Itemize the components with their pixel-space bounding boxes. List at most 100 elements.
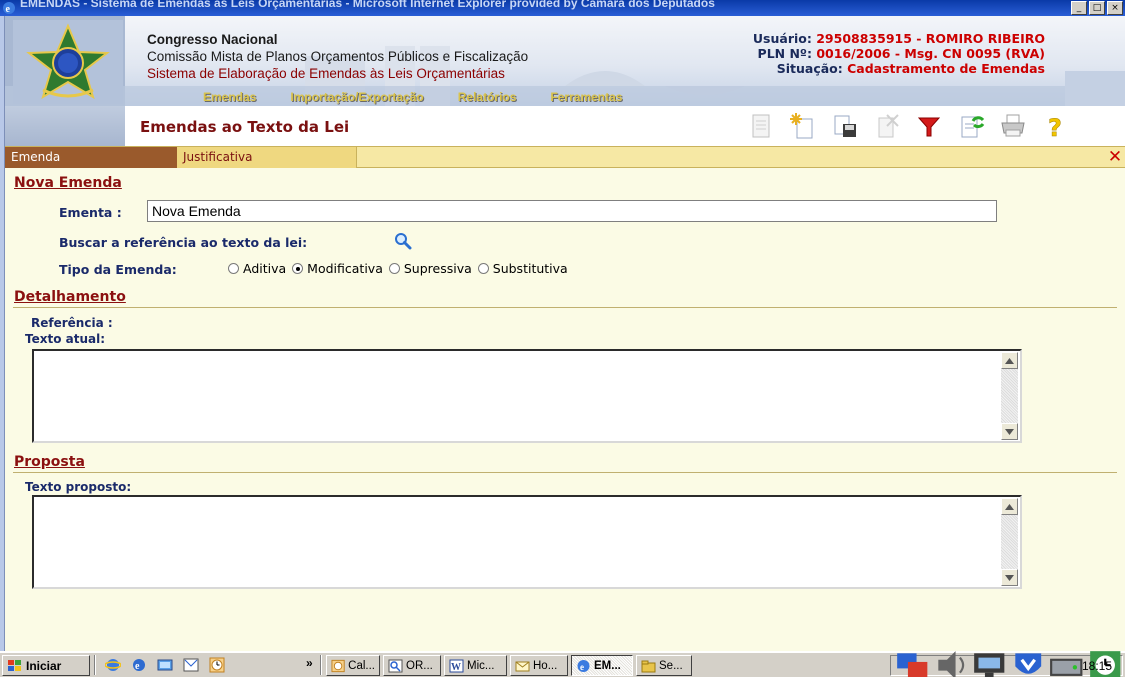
tab-emenda[interactable]: Emenda: [5, 147, 177, 168]
svg-text:W: W: [451, 662, 461, 673]
texto-atual-scrollbar[interactable]: [1001, 352, 1018, 440]
outlook-icon[interactable]: [181, 656, 200, 674]
windows-taskbar: Iniciar e » Cal... OR... W Mic... Ho... …: [0, 651, 1125, 677]
internet-explorer-icon[interactable]: [103, 656, 122, 674]
menu-item-ferramentas[interactable]: Ferramentas: [550, 90, 622, 104]
menu-item-importacao-exportacao[interactable]: Importação/Exportação: [290, 90, 423, 104]
section-nova-emenda: Nova Emenda: [14, 175, 122, 191]
radio-label-substitutiva: Substitutiva: [492, 261, 568, 276]
pln-label: PLN Nº:: [757, 46, 812, 61]
tab-justificativa[interactable]: Justificativa: [177, 147, 357, 168]
task-emendas-active[interactable]: e EM...: [571, 655, 633, 676]
section-divider: [13, 472, 1117, 473]
quick-launch-expand[interactable]: »: [306, 656, 313, 670]
menu-item-relatorios[interactable]: Relatórios: [458, 90, 517, 104]
texto-proposto-label: Texto proposto:: [25, 480, 132, 494]
mail-icon: [515, 661, 530, 671]
texto-proposto-textarea[interactable]: [32, 495, 1022, 589]
print-icon[interactable]: [995, 110, 1031, 142]
texto-proposto-scrollbar[interactable]: [1001, 498, 1018, 586]
section-divider: [13, 307, 1117, 308]
app-header: Congresso Nacional Comissão Mista de Pla…: [5, 16, 1125, 106]
pln-value: 0016/2006 - Msg. CN 0095 (RVA): [816, 46, 1045, 61]
maximize-button[interactable]: □: [1089, 1, 1105, 15]
radio-substitutiva[interactable]: Substitutiva: [477, 261, 568, 276]
save-icon[interactable]: [827, 110, 863, 142]
filter-icon[interactable]: [911, 110, 947, 142]
shield-icon[interactable]: [1011, 649, 1046, 677]
task-label: Ho...: [533, 659, 558, 672]
section-proposta: Proposta: [14, 454, 85, 470]
scroll-up-icon[interactable]: [1001, 352, 1018, 369]
commission-name: Comissão Mista de Planos Orçamentos Públ…: [147, 49, 529, 64]
window-buttons: _ □ ×: [1071, 1, 1123, 15]
taskbar-tasks: Cal... OR... W Mic... Ho... e EM... Se..…: [326, 655, 692, 676]
radio-label-aditiva: Aditiva: [243, 261, 287, 276]
system-tray: 18:15: [890, 651, 1123, 677]
scroll-down-icon[interactable]: [1001, 569, 1018, 586]
taskbar-separator: [320, 655, 322, 675]
task-hotmail[interactable]: Ho...: [510, 655, 568, 676]
calendar-icon: [331, 659, 345, 672]
document-icon[interactable]: [743, 110, 779, 142]
network-icon[interactable]: [895, 649, 930, 677]
texto-atual-label: Texto atual:: [25, 332, 106, 346]
svg-text:e: e: [580, 662, 584, 672]
task-microsoft-word[interactable]: W Mic...: [444, 655, 507, 676]
ementa-input[interactable]: [147, 200, 997, 222]
emenda-form: Nova Emenda Ementa : Buscar a referência…: [5, 168, 1125, 651]
task-calendar[interactable]: Cal...: [326, 655, 380, 676]
minimize-button[interactable]: _: [1071, 1, 1087, 15]
start-label: Iniciar: [26, 658, 62, 673]
user-label: Usuário:: [752, 31, 812, 46]
referencia-label: Referência :: [31, 316, 113, 330]
refresh-icon[interactable]: [953, 110, 989, 142]
search-icon[interactable]: [393, 232, 413, 250]
task-label: Mic...: [467, 659, 495, 672]
windows-logo-icon: [8, 659, 21, 671]
search-reference-label: Buscar a referência ao texto da lei:: [59, 235, 308, 250]
help-icon[interactable]: ?: [1037, 110, 1073, 142]
radio-supressiva[interactable]: Supressiva: [388, 261, 472, 276]
menu-item-emendas[interactable]: Emendas: [203, 90, 256, 104]
word-icon: W: [449, 659, 464, 673]
radio-label-modificativa: Modificativa: [307, 261, 383, 276]
taskbar-clock[interactable]: 18:15: [1082, 659, 1112, 673]
desktop-icon[interactable]: [155, 656, 174, 674]
scroll-down-icon[interactable]: [1001, 423, 1018, 440]
user-info: Usuário: 29508835915 - ROMIRO RIBEIRO PL…: [645, 31, 1045, 76]
close-window-button[interactable]: ×: [1107, 1, 1123, 15]
situation-value: Cadastramento de Emendas: [847, 61, 1045, 76]
toolbar: ?: [743, 110, 1073, 142]
task-se[interactable]: Se...: [636, 655, 692, 676]
radio-aditiva[interactable]: Aditiva: [228, 261, 286, 276]
radio-button[interactable]: [228, 263, 239, 274]
organization-info: Congresso Nacional Comissão Mista de Pla…: [147, 31, 528, 82]
close-icon[interactable]: ✕: [1107, 148, 1123, 166]
internet-explorer-icon: e: [3, 2, 15, 15]
radio-label-supressiva: Supressiva: [403, 261, 472, 276]
search-document-icon: [388, 659, 403, 672]
clock-app-icon[interactable]: [207, 656, 226, 674]
section-detalhamento: Detalhamento: [14, 289, 126, 305]
drive-icon[interactable]: [1049, 649, 1084, 677]
tipo-emenda-label: Tipo da Emenda:: [59, 262, 177, 277]
delete-icon[interactable]: [869, 110, 905, 142]
internet-explorer-alt-icon[interactable]: e: [129, 656, 148, 674]
main-menu: Emendas Importação/Exportação Relatórios…: [203, 90, 622, 104]
new-icon[interactable]: [785, 110, 821, 142]
svg-text:e: e: [135, 661, 140, 672]
radio-modificativa[interactable]: Modificativa: [292, 261, 383, 276]
start-button[interactable]: Iniciar: [2, 655, 90, 676]
quick-launch: e: [103, 656, 226, 674]
window-title-bar: e EMENDAS - Sistema de Emendas às Leis O…: [0, 0, 1125, 16]
task-label: Se...: [659, 659, 683, 672]
scroll-up-icon[interactable]: [1001, 498, 1018, 515]
radio-button[interactable]: [477, 263, 489, 274]
radio-button[interactable]: [388, 263, 400, 274]
display-icon[interactable]: [972, 649, 1007, 677]
volume-icon[interactable]: [934, 649, 969, 677]
task-orcamento[interactable]: OR...: [383, 655, 441, 676]
texto-atual-textarea[interactable]: [32, 349, 1022, 443]
radio-button-selected[interactable]: [292, 263, 304, 274]
